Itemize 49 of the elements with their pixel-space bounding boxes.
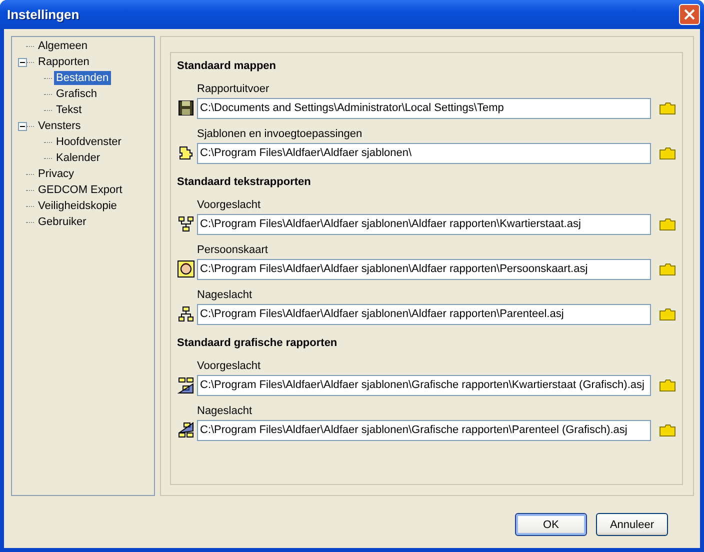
path-field[interactable]: C:\Program Files\Aldfaer\Aldfaer sjablonen\ [197,142,651,164]
tree-item[interactable]: Rapporten [36,55,92,69]
tree-item[interactable]: Algemeen [36,39,90,53]
tree-item[interactable]: Gebruiker [36,215,88,229]
section-heading: Standaard grafische rapporten [177,337,338,351]
path-field[interactable]: C:\Program Files\Aldfaer\Aldfaer sjablonen\Grafische rapporten\Kwartierstaat (Grafisch).asj [197,374,651,396]
tree-chart-icon [177,305,195,323]
folder-icon[interactable] [659,218,676,230]
folder-icon[interactable] [659,424,676,436]
dialog-button[interactable]: Annuleer [596,513,668,536]
field-label: Nageslacht [197,289,252,301]
field-label: Nageslacht [197,405,252,417]
tree-item[interactable]: GEDCOM Export [36,183,124,197]
folder-icon[interactable] [659,308,676,320]
folder-icon[interactable] [659,102,676,114]
tree-item[interactable]: Tekst [54,103,84,117]
tree-item[interactable]: Kalender [54,151,102,165]
window-title: Instellingen [7,7,80,22]
puzzle-piece-icon [177,144,195,162]
path-field[interactable]: C:\Program Files\Aldfaer\Aldfaer sjablonen\Aldfaer rapporten\Kwartierstaat.asj [197,214,651,234]
close-icon[interactable] [684,9,695,20]
path-field[interactable]: C:\Program Files\Aldfaer\Aldfaer sjablonen\Grafische rapporten\Parenteel (Grafisch).asj [197,420,651,440]
tree-item[interactable]: Veiligheidskopie [36,199,119,213]
collapse-icon[interactable] [18,122,27,130]
dialog-button[interactable]: OK [515,513,587,536]
path-field[interactable]: C:\Documents and Settings\Administrator\Local Settings\Temp [197,98,651,118]
path-field[interactable]: C:\Program Files\Aldfaer\Aldfaer sjablonen\Aldfaer rapporten\Persoonskaart.asj [197,258,651,280]
collapse-icon[interactable] [18,58,27,66]
folder-icon[interactable] [659,378,676,392]
field-label: Persoonskaart [197,244,268,256]
tree-chart-icon [177,215,195,233]
graphic-chart-icon [177,421,195,439]
field-label: Sjablonen en invoegtoepassingen [197,128,362,140]
folder-icon[interactable] [659,146,676,160]
tree-item[interactable]: Bestanden [54,71,111,85]
graphic-chart-icon [177,376,195,394]
tree-item[interactable]: Grafisch [54,87,99,101]
person-card-icon [177,260,195,278]
field-label: Rapportuitvoer [197,83,270,95]
close-button[interactable] [679,4,700,25]
section-heading: Standaard mappen [177,60,278,74]
tree-item[interactable]: Vensters [36,119,83,133]
tree-item[interactable]: Privacy [36,167,76,181]
tree-item[interactable]: Hoofdvenster [54,135,124,149]
field-label: Voorgeslacht [197,199,261,211]
folder-icon[interactable] [659,262,676,276]
path-field[interactable]: C:\Program Files\Aldfaer\Aldfaer sjablonen\Aldfaer rapporten\Parenteel.asj [197,304,651,324]
field-label: Voorgeslacht [197,360,261,372]
section-heading: Standaard tekstrapporten [177,176,312,190]
